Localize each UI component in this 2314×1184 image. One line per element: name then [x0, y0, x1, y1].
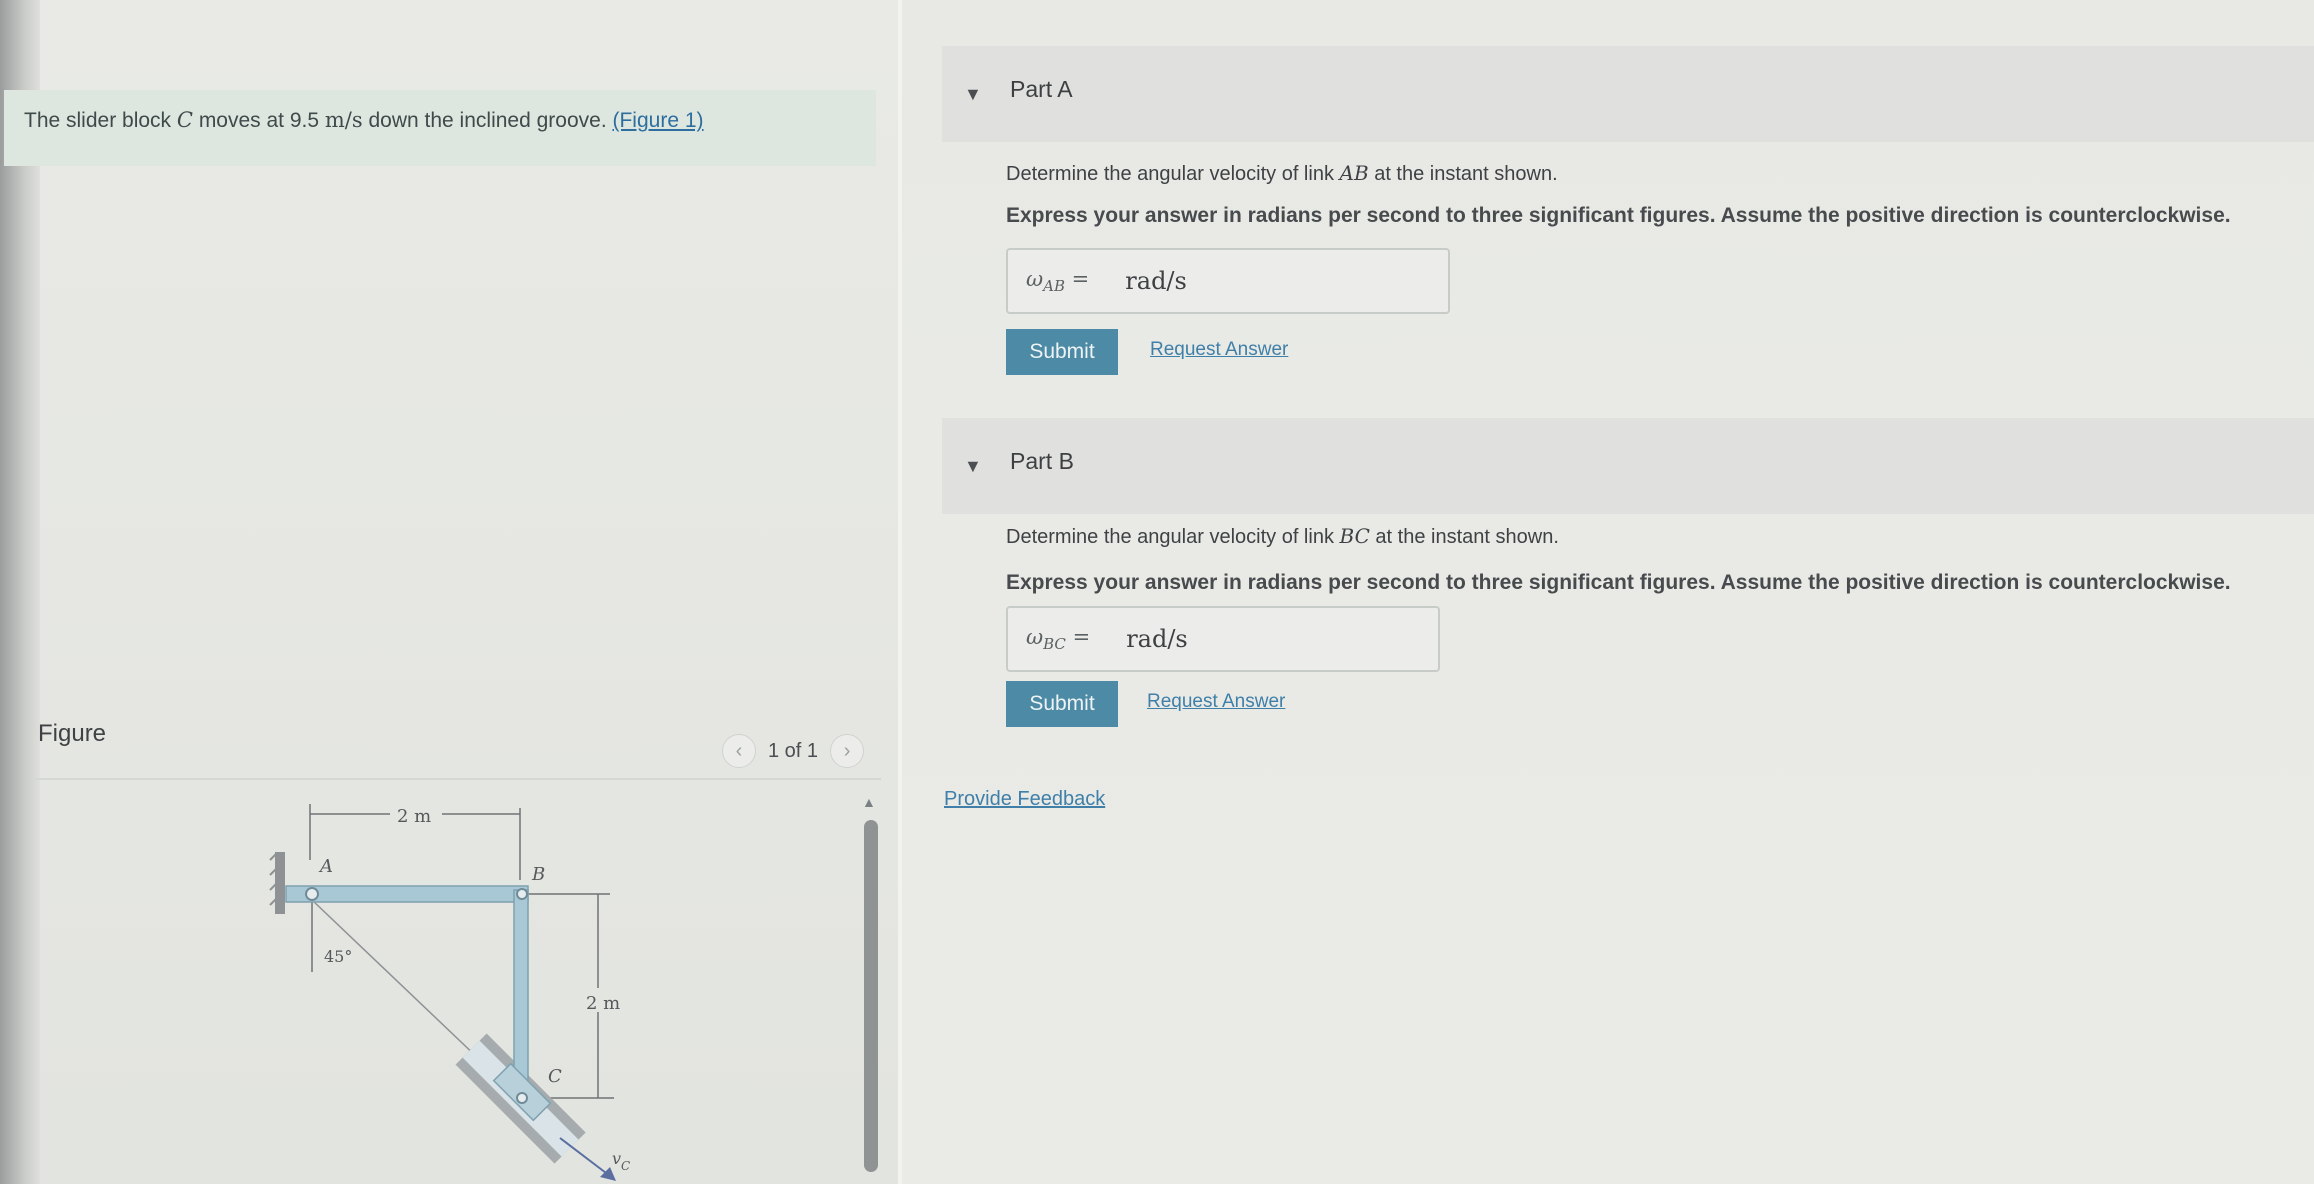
pin-a [305, 887, 319, 901]
figure-title: Figure [38, 720, 107, 747]
part-b-equals: = [1072, 624, 1091, 649]
part-a-question-before: Determine the angular velocity of link [1006, 163, 1340, 185]
omega-ab-subscript: AB [1043, 277, 1065, 296]
velocity-arrow [559, 1137, 611, 1177]
part-b-question-before: Determine the angular velocity of link [1006, 526, 1340, 548]
omega-bc-subscript: BC [1043, 635, 1066, 654]
point-c-label: C [548, 1066, 562, 1087]
intro-unit: m/s [324, 108, 363, 132]
part-a-question-after: at the instant shown. [1368, 163, 1558, 185]
mechanism-figure: 2 m 2 m 45° A B C vC [269, 804, 630, 1181]
part-a-header[interactable]: ▼ Part A [942, 46, 2314, 142]
pin-b [516, 888, 528, 900]
part-a-answer-field[interactable]: ωAB = rad/s [1006, 248, 1450, 314]
part-b-request-answer-link[interactable]: Request Answer [1147, 691, 1285, 713]
link-ab [285, 885, 529, 903]
screen-bezel [0, 0, 40, 1184]
part-b-question-var: BC [1339, 524, 1370, 548]
part-a-title: Part A [1010, 76, 1073, 102]
angle-label: 45° [324, 947, 352, 966]
part-a-request-answer-link[interactable]: Request Answer [1150, 339, 1288, 361]
part-a-instruction: Express your answer in radians per secon… [1006, 204, 2231, 227]
figure-pager: ‹ 1 of 1 › [722, 734, 865, 768]
top-dimension-label: 2 m [397, 806, 431, 827]
part-b-question: Determine the angular velocity of link B… [1006, 524, 1559, 549]
fixed-support [275, 852, 285, 914]
velocity-subscript: C [621, 1159, 630, 1173]
velocity-symbol: v [612, 1149, 621, 1168]
part-b-unit: rad/s [1126, 625, 1188, 653]
part-b-question-after: at the instant shown. [1369, 526, 1559, 548]
collapse-caret-icon[interactable]: ▼ [964, 456, 982, 477]
chevron-right-icon: › [843, 739, 851, 762]
point-a-label: A [318, 856, 333, 877]
figure-divider [36, 778, 881, 780]
right-dimension-label: 2 m [586, 993, 620, 1014]
part-a-question-var: AB [1339, 161, 1369, 185]
scroll-up-arrow-icon[interactable]: ▲ [862, 794, 876, 810]
figure-scrollbar[interactable] [864, 820, 878, 1172]
link-bc [513, 889, 529, 1099]
velocity-label: vC [612, 1149, 630, 1173]
figure-link[interactable]: (Figure 1) [612, 109, 703, 132]
omega-ab-symbol: ωAB = [1026, 267, 1089, 295]
part-b-header[interactable]: ▼ Part B [942, 418, 2314, 514]
part-a-equals: = [1071, 266, 1090, 291]
part-a-question: Determine the angular velocity of link A… [1006, 161, 1558, 186]
intro-var: C [176, 108, 193, 132]
part-b-instruction: Express your answer in radians per secon… [1006, 571, 2231, 594]
part-b-submit-button[interactable]: Submit [1006, 681, 1118, 727]
omega-bc-letter: ω [1026, 624, 1044, 649]
part-b-title: Part B [1010, 448, 1074, 474]
omega-ab-letter: ω [1026, 266, 1044, 291]
pin-c [516, 1092, 528, 1104]
pager-count: 1 of 1 [768, 739, 819, 762]
problem-statement: The slider block C moves at 9.5 m/s down… [4, 90, 876, 166]
intro-text-after: down the inclined groove. [362, 109, 613, 132]
omega-bc-symbol: ωBC = [1026, 625, 1090, 653]
provide-feedback-link[interactable]: Provide Feedback [944, 788, 1105, 811]
groove-guide-line [311, 899, 481, 1061]
intro-text-middle: moves at 9.5 [192, 109, 325, 132]
part-a-unit: rad/s [1125, 267, 1187, 295]
previous-figure-button[interactable]: ‹ [722, 734, 756, 768]
point-b-label: B [531, 864, 545, 885]
part-a-submit-button[interactable]: Submit [1006, 329, 1118, 375]
intro-text-before: The slider block [24, 109, 177, 132]
part-b-answer-field[interactable]: ωBC = rad/s [1006, 606, 1440, 672]
collapse-caret-icon[interactable]: ▼ [964, 84, 982, 105]
next-figure-button[interactable]: › [830, 734, 865, 768]
chevron-left-icon: ‹ [735, 739, 743, 762]
